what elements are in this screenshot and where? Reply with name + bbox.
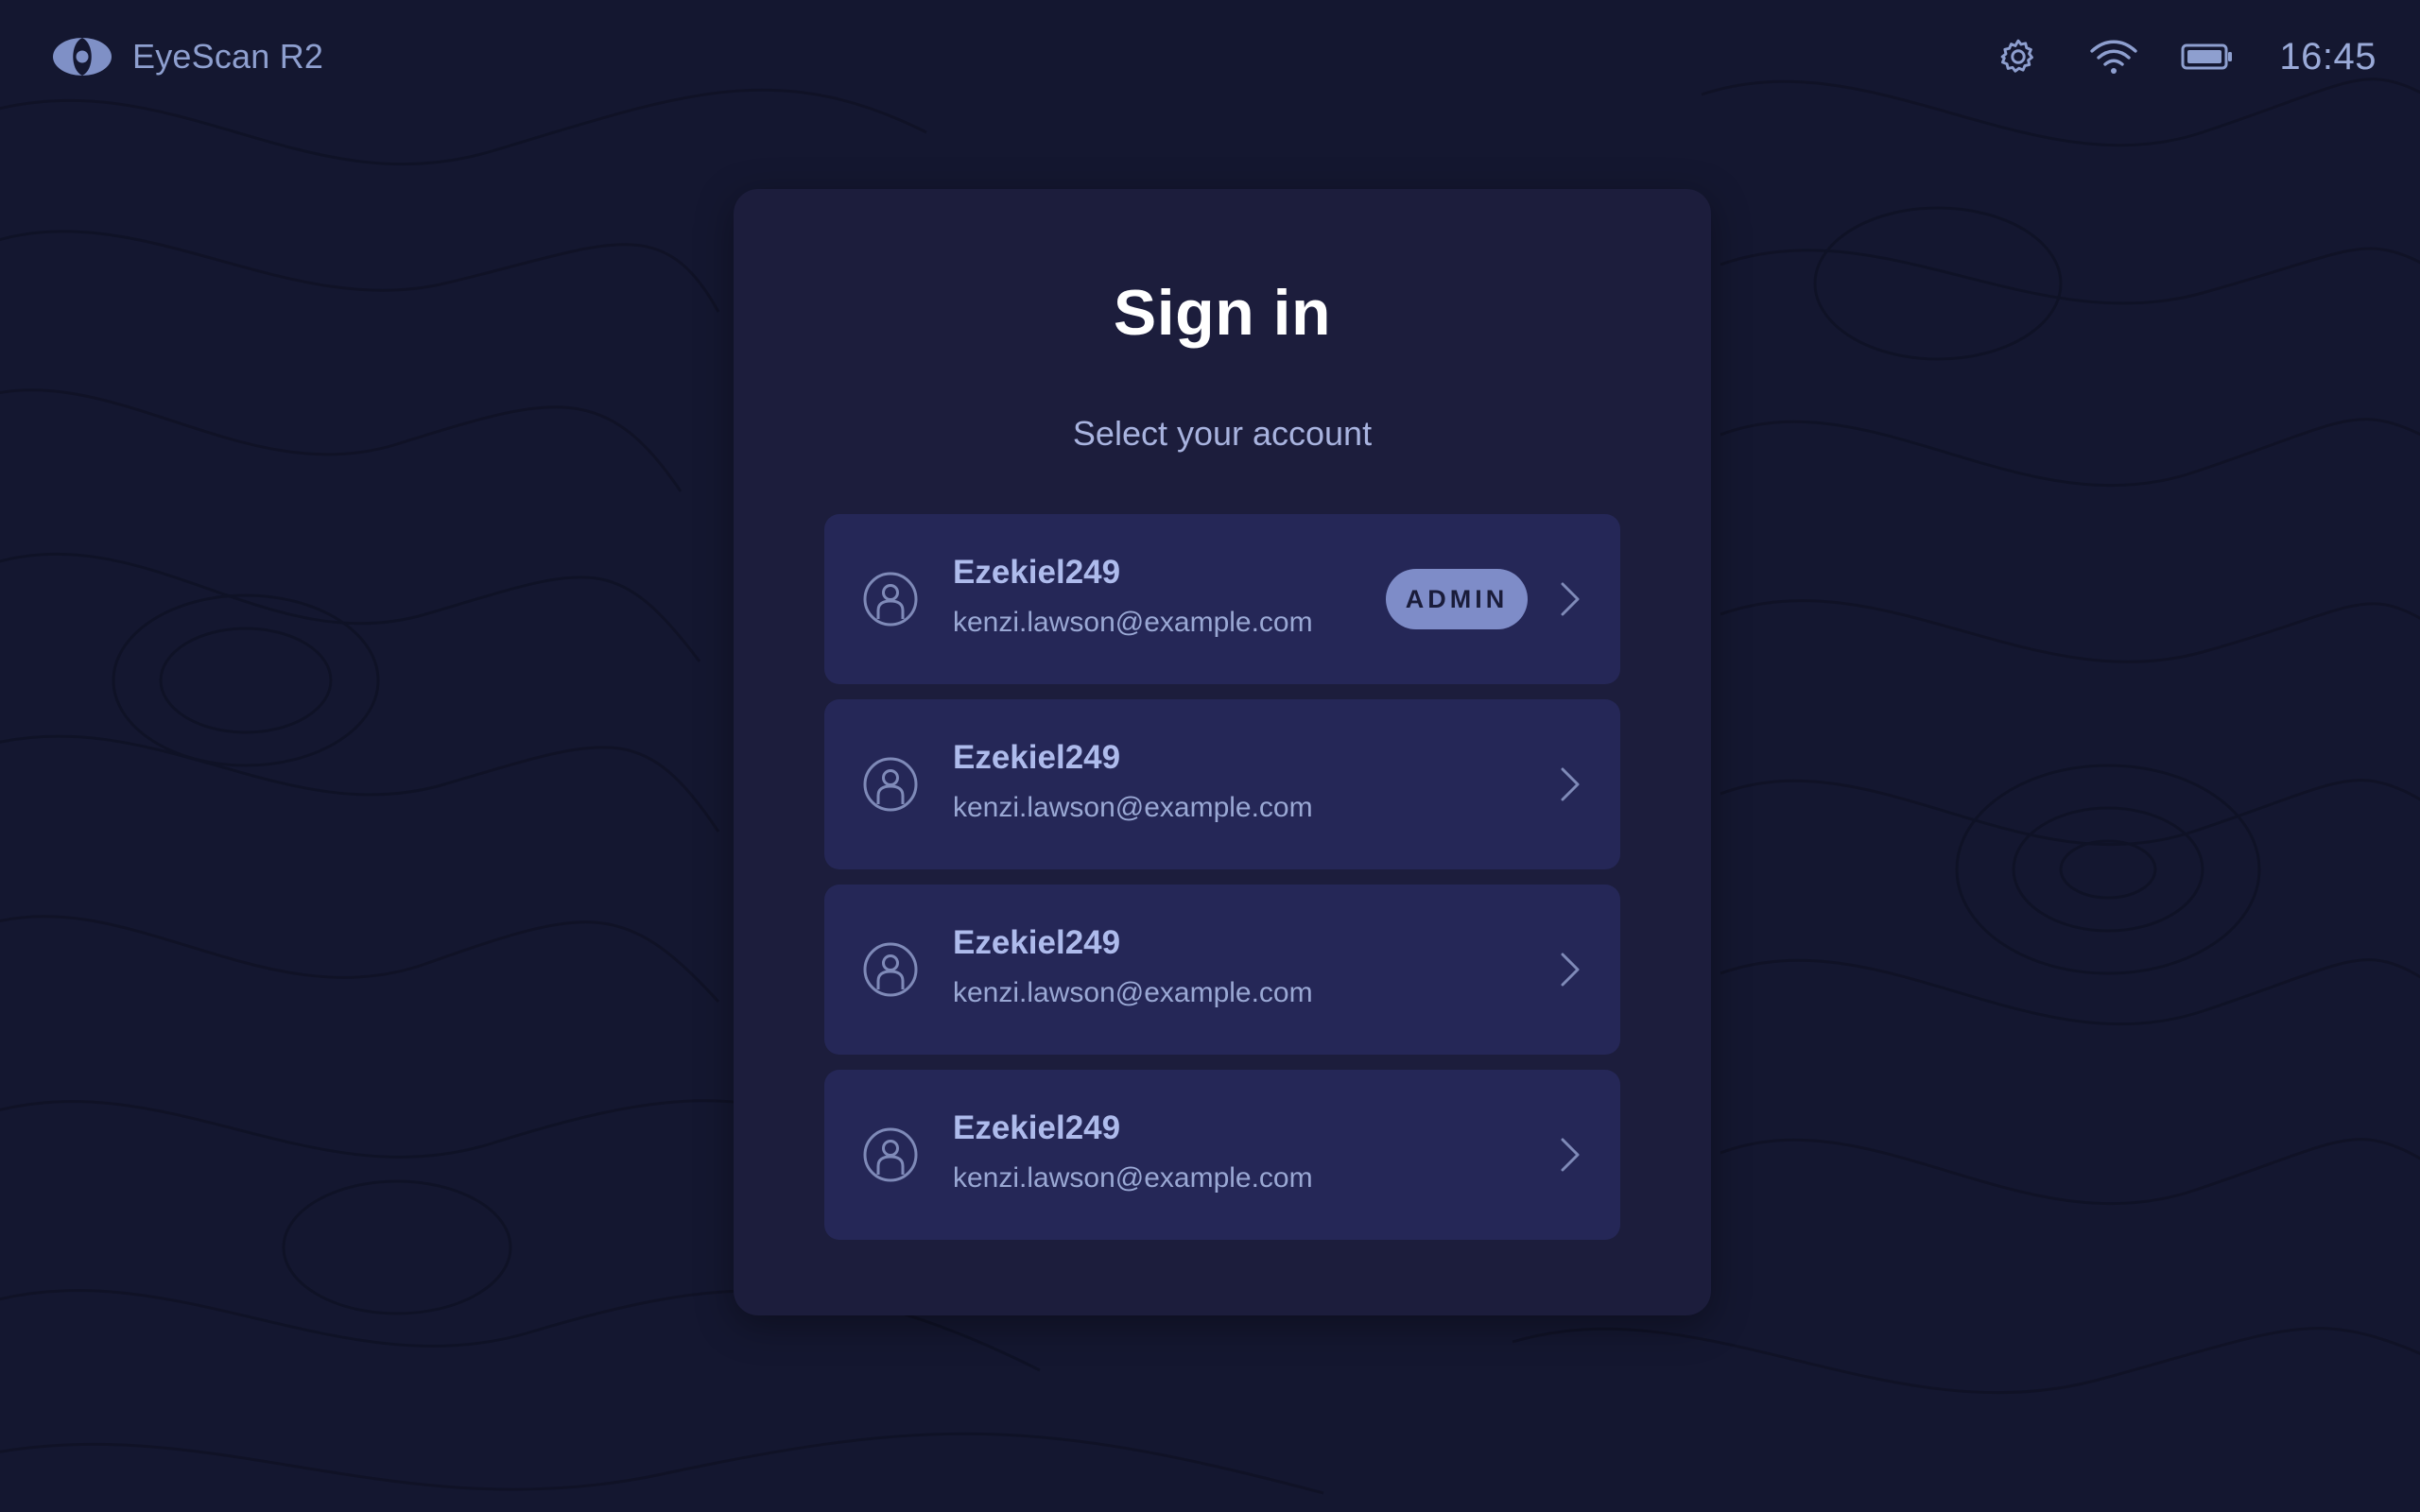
top-status-bar: EyeScan R2 16:45 bbox=[0, 0, 2420, 113]
admin-badge: ADMIN bbox=[1386, 569, 1528, 629]
account-list: Ezekiel249 kenzi.lawson@example.com ADMI… bbox=[824, 514, 1620, 1255]
account-email: kenzi.lawson@example.com bbox=[953, 792, 1313, 823]
user-avatar-icon bbox=[863, 1127, 918, 1182]
battery-icon[interactable] bbox=[2181, 43, 2234, 71]
chevron-right-icon bbox=[1561, 953, 1580, 987]
account-username: Ezekiel249 bbox=[953, 739, 1121, 776]
page-title: Sign in bbox=[1113, 277, 1332, 349]
gear-icon[interactable] bbox=[1997, 36, 2039, 77]
account-username: Ezekiel249 bbox=[953, 924, 1121, 961]
account-item[interactable]: Ezekiel249 kenzi.lawson@example.com bbox=[824, 699, 1620, 869]
signin-card: Sign in Select your account Ezekiel249 k… bbox=[734, 189, 1711, 1315]
chevron-right-icon bbox=[1561, 1138, 1580, 1172]
account-item[interactable]: Ezekiel249 kenzi.lawson@example.com bbox=[824, 1070, 1620, 1240]
brand-name: EyeScan R2 bbox=[132, 37, 324, 76]
wifi-icon[interactable] bbox=[2088, 38, 2139, 76]
chevron-right-icon bbox=[1561, 767, 1580, 801]
brand: EyeScan R2 bbox=[51, 32, 323, 81]
page-subtitle: Select your account bbox=[1072, 414, 1373, 453]
account-item[interactable]: Ezekiel249 kenzi.lawson@example.com ADMI… bbox=[824, 514, 1620, 684]
account-username: Ezekiel249 bbox=[953, 554, 1121, 591]
eye-logo-icon bbox=[53, 38, 112, 76]
account-username: Ezekiel249 bbox=[953, 1109, 1121, 1146]
account-email: kenzi.lawson@example.com bbox=[953, 1162, 1313, 1194]
user-avatar-icon bbox=[863, 757, 918, 812]
clock: 16:45 bbox=[2279, 35, 2377, 77]
chevron-right-icon bbox=[1561, 582, 1580, 616]
system-status: 16:45 bbox=[1997, 28, 2377, 85]
account-email: kenzi.lawson@example.com bbox=[953, 607, 1313, 638]
user-avatar-icon bbox=[863, 942, 918, 997]
account-item[interactable]: Ezekiel249 kenzi.lawson@example.com bbox=[824, 885, 1620, 1055]
account-email: kenzi.lawson@example.com bbox=[953, 977, 1313, 1008]
user-avatar-icon bbox=[863, 572, 918, 627]
